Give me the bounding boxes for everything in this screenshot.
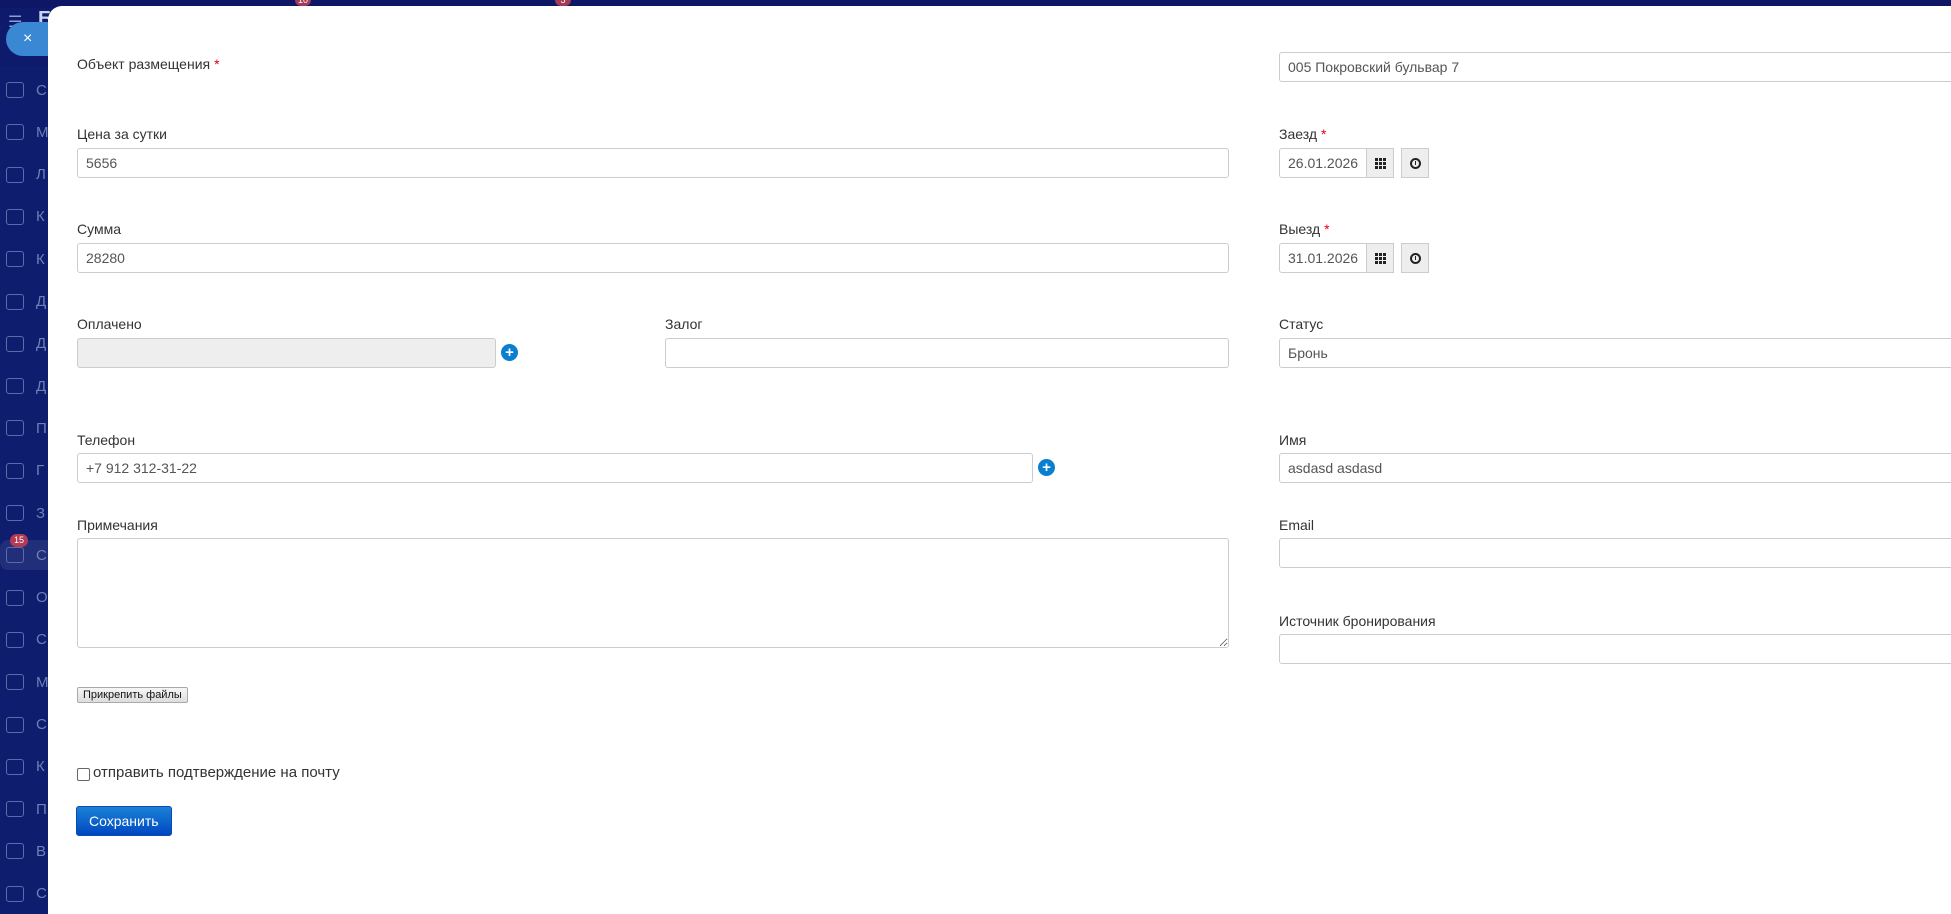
add-payment-plus-icon[interactable]: + — [501, 344, 518, 361]
booking-form-panel: Объект размещения * 005 Покровский бульва… — [48, 6, 1951, 914]
sidebar-item-icon — [6, 547, 24, 564]
checkin-label: Заезд * — [1279, 126, 1327, 142]
sidebar-item-icon — [6, 251, 24, 268]
clock-icon[interactable] — [1401, 243, 1429, 273]
calendar-icon[interactable] — [1366, 243, 1394, 273]
sidebar-item-icon — [6, 885, 24, 902]
sidebar-item-icon — [6, 293, 24, 310]
add-phone-plus-icon[interactable]: + — [1038, 459, 1055, 476]
attach-files-button[interactable]: Прикрепить файлы — [77, 687, 188, 703]
notes-label: Примечания — [77, 517, 158, 533]
save-button[interactable]: Сохранить — [76, 806, 172, 836]
total-label: Сумма — [77, 221, 121, 237]
sidebar — [0, 66, 48, 914]
status-label: Статус — [1279, 316, 1324, 332]
email-label: Email — [1279, 517, 1315, 533]
sidebar-item-icon — [6, 208, 24, 225]
paid-label: Оплачено — [77, 316, 142, 332]
total-input[interactable]: 28280 — [77, 243, 1229, 273]
sidebar-item-icon — [6, 801, 24, 818]
sidebar-item-icon — [6, 378, 24, 395]
price-label: Цена за сутки — [77, 126, 168, 142]
sidebar-item-label: Д — [36, 293, 47, 310]
price-input[interactable]: 5656 — [77, 148, 1229, 178]
checkout-date-input[interactable]: 31.01.2026 — [1279, 243, 1367, 273]
sidebar-item-icon — [6, 758, 24, 775]
source-input[interactable] — [1279, 634, 1951, 664]
paid-input — [77, 338, 496, 368]
sidebar-item-label: Д — [36, 335, 47, 353]
sidebar-item-label: К — [36, 208, 45, 226]
sidebar-item-label: С — [36, 716, 47, 733]
sidebar-item-label: З — [36, 504, 46, 522]
sidebar-item-icon — [6, 674, 24, 691]
sidebar-item-label: П — [36, 800, 47, 818]
sidebar-item-icon — [6, 505, 24, 521]
sidebar-item-label: М — [36, 123, 49, 141]
sidebar-item-label: П — [36, 419, 47, 437]
sidebar-item-icon — [6, 843, 24, 860]
source-label: Источник бронирования — [1279, 613, 1436, 629]
confirm-email-checkbox[interactable] — [77, 768, 90, 781]
checkout-label: Выезд * — [1279, 221, 1330, 237]
sidebar-item-label: С — [36, 631, 47, 649]
sidebar-badge: 15 — [10, 534, 29, 548]
sidebar-item-label: С — [36, 885, 47, 903]
object-select[interactable]: 005 Покровский бульвар 7 — [1279, 52, 1951, 82]
deposit-label: Залог — [665, 316, 703, 332]
sidebar-item-icon — [6, 716, 24, 733]
name-input[interactable]: asdasd asdasd — [1279, 453, 1951, 483]
email-input[interactable] — [1279, 538, 1951, 568]
sidebar-item-icon — [6, 166, 24, 183]
sidebar-item-icon — [6, 335, 24, 352]
sidebar-item-label: С — [36, 81, 47, 99]
clock-icon[interactable] — [1401, 148, 1429, 178]
sidebar-item-label: Д — [36, 377, 47, 395]
phone-input[interactable]: +7 912 312-31-22 — [77, 453, 1033, 483]
sidebar-item-label: Г — [36, 462, 45, 480]
name-label: Имя — [1279, 432, 1307, 448]
object-label: Объект размещения * — [77, 56, 220, 72]
calendar-icon[interactable] — [1366, 148, 1394, 178]
sidebar-item-label: Л — [36, 166, 46, 184]
sidebar-item-label: К — [36, 758, 45, 776]
sidebar-item-icon — [6, 420, 24, 437]
sidebar-item-icon — [6, 589, 24, 606]
sidebar-item-icon — [6, 631, 24, 648]
sidebar-item-icon — [6, 462, 24, 479]
checkin-date-input[interactable]: 26.01.2026 — [1279, 148, 1367, 178]
sidebar-item-label: В — [36, 842, 47, 860]
sidebar-item-label: О — [36, 589, 48, 607]
sidebar-item-icon — [6, 82, 24, 98]
sidebar-item-label: М — [36, 673, 49, 691]
phone-label: Телефон — [77, 432, 136, 448]
sidebar-item-label: С — [36, 546, 47, 564]
deposit-input[interactable] — [665, 338, 1229, 368]
confirm-email-label: отправить подтверждение на почту — [93, 764, 340, 781]
sidebar-item-label: К — [36, 250, 45, 268]
notes-textarea[interactable] — [77, 538, 1229, 648]
sidebar-item-icon — [6, 124, 24, 141]
status-select[interactable]: Бронь — [1279, 338, 1951, 368]
